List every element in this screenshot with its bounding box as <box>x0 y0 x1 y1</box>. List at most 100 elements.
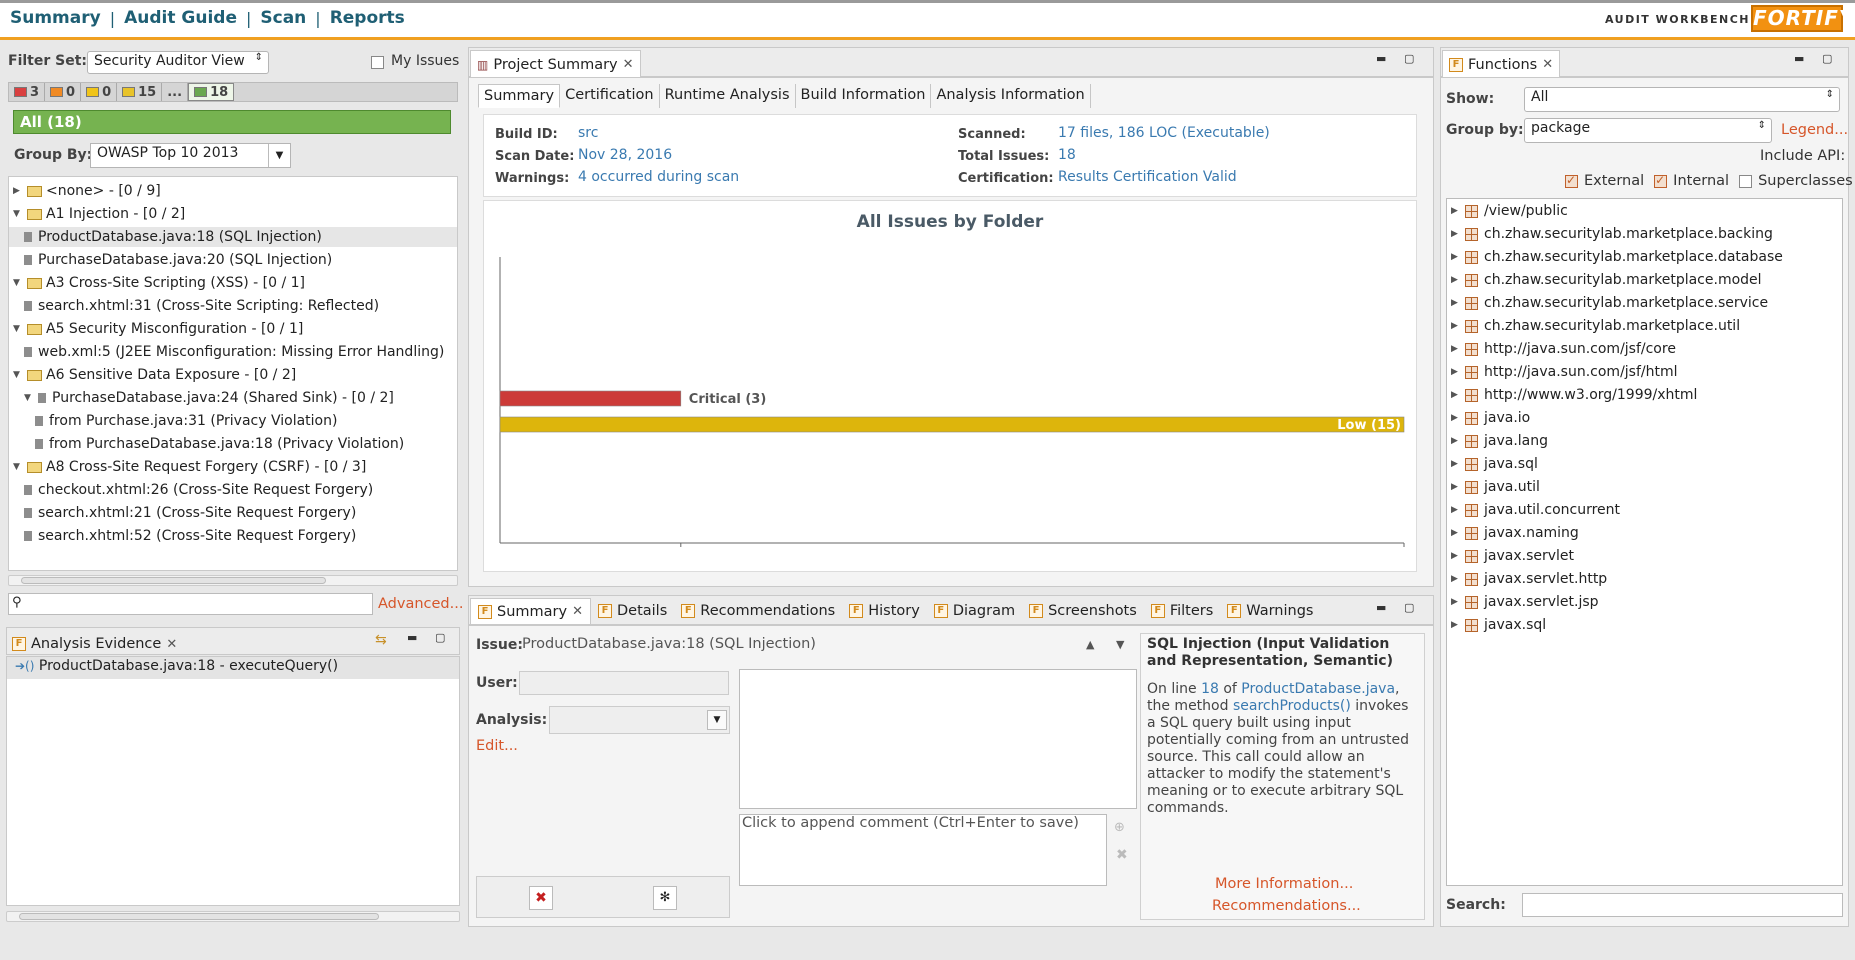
subtab-certification[interactable]: Certification <box>560 84 660 108</box>
maximize-icon[interactable]: ▢ <box>1822 52 1832 65</box>
remove-comment-icon[interactable]: ✖ <box>1116 847 1128 863</box>
tree-item[interactable]: search.xhtml:21 (Cross-Site Request Forg… <box>9 503 457 523</box>
functions-tab[interactable]: F Functions ✕ <box>1442 50 1561 78</box>
severity-count-tab[interactable]: 3 <box>9 83 46 101</box>
minimize-icon[interactable]: ▬ <box>407 631 417 644</box>
minimize-icon[interactable]: ▬ <box>1376 52 1386 65</box>
expand-icon[interactable]: ▶ <box>1451 615 1461 635</box>
maximize-icon[interactable]: ▢ <box>435 631 445 644</box>
certification-link[interactable]: Results Certification Valid <box>1058 169 1237 185</box>
scroll-thumb[interactable] <box>19 913 379 920</box>
show-select[interactable]: All ⇕ <box>1524 87 1840 112</box>
expand-icon[interactable]: ▶ <box>1451 293 1461 313</box>
expand-icon[interactable]: ▶ <box>1451 408 1461 428</box>
add-comment-icon[interactable]: ⊕ <box>1114 820 1125 835</box>
package-node[interactable]: ▶ javax.servlet.http <box>1451 569 1607 589</box>
functions-group-select[interactable]: package ⇕ <box>1524 118 1772 143</box>
method-link[interactable]: searchProducts() <box>1233 698 1351 714</box>
nav-scan[interactable]: Scan <box>260 8 306 28</box>
expand-icon[interactable]: ▶ <box>1451 592 1461 612</box>
evidence-hscrollbar[interactable] <box>6 911 460 922</box>
tree-item[interactable]: search.xhtml:52 (Cross-Site Request Forg… <box>9 526 457 546</box>
total-issues-link[interactable]: 18 <box>1058 147 1076 163</box>
expand-icon[interactable]: ▶ <box>1451 362 1461 382</box>
package-node[interactable]: ▶ http://java.sun.com/jsf/core <box>1451 339 1676 359</box>
collapse-icon[interactable]: ▼ <box>13 365 23 385</box>
file-link[interactable]: ProductDatabase.java <box>1241 681 1395 697</box>
package-node[interactable]: ▶ java.util <box>1451 477 1540 497</box>
functions-search-input[interactable] <box>1522 893 1843 917</box>
tree-item[interactable]: web.xml:5 (J2EE Misconfiguration: Missin… <box>9 342 457 362</box>
next-issue-icon[interactable]: ▼ <box>1116 638 1124 651</box>
tree-item[interactable]: PurchaseDatabase.java:20 (SQL Injection) <box>9 250 457 270</box>
severity-count-tab[interactable]: 0 <box>45 83 82 101</box>
maximize-icon[interactable]: ▢ <box>1404 601 1414 614</box>
expand-icon[interactable]: ▶ <box>1451 431 1461 451</box>
expand-icon[interactable]: ▶ <box>1451 569 1461 589</box>
subtab-runtime-analysis[interactable]: Runtime Analysis <box>660 84 796 108</box>
nav-reports[interactable]: Reports <box>330 8 405 28</box>
line-link[interactable]: 18 <box>1201 681 1219 697</box>
package-node[interactable]: ▶ http://www.w3.org/1999/xhtml <box>1451 385 1697 405</box>
package-node[interactable]: ▶ java.io <box>1451 408 1530 428</box>
package-node[interactable]: ▶ javax.servlet <box>1451 546 1574 566</box>
tree-folder[interactable]: ▼ A5 Security Misconfiguration - [0 / 1] <box>9 319 457 339</box>
package-node[interactable]: ▶ ch.zhaw.securitylab.marketplace.databas… <box>1451 247 1783 267</box>
close-icon[interactable]: ✕ <box>623 57 634 72</box>
tab-diagram[interactable]: F Diagram <box>927 603 1022 619</box>
package-node[interactable]: ▶ ch.zhaw.securitylab.marketplace.service <box>1451 293 1768 313</box>
severity-count-tab[interactable]: ... <box>162 83 189 101</box>
expand-icon[interactable]: ▶ <box>1451 339 1461 359</box>
tree-item[interactable]: ▼ PurchaseDatabase.java:24 (Shared Sink) … <box>9 388 457 408</box>
tab-summary[interactable]: F Summary ✕ <box>470 598 591 624</box>
minimize-icon[interactable]: ▬ <box>1376 601 1386 614</box>
scanned-link[interactable]: 17 files, 186 LOC (Executable) <box>1058 125 1270 141</box>
subtab-analysis-information[interactable]: Analysis Information <box>931 84 1091 108</box>
warnings-link[interactable]: 4 occurred during scan <box>578 169 739 185</box>
comment-input[interactable]: Click to append comment (Ctrl+Enter to s… <box>739 814 1107 886</box>
group-by-select[interactable]: OWASP Top 10 2013 ▼ <box>90 143 291 168</box>
internal-checkbox[interactable] <box>1654 173 1668 188</box>
package-node[interactable]: ▶ javax.servlet.jsp <box>1451 592 1599 612</box>
user-field[interactable] <box>519 671 729 695</box>
package-node[interactable]: ▶ ch.zhaw.securitylab.marketplace.backing <box>1451 224 1773 244</box>
tab-filters[interactable]: F Filters <box>1144 603 1220 619</box>
maximize-icon[interactable]: ▢ <box>1404 52 1414 65</box>
package-node[interactable]: ▶ ch.zhaw.securitylab.marketplace.util <box>1451 316 1740 336</box>
expand-icon[interactable]: ▶ <box>1451 385 1461 405</box>
collapse-icon[interactable]: ▼ <box>13 319 23 339</box>
evidence-item[interactable]: ➔() ProductDatabase.java:18 - executeQue… <box>7 657 459 679</box>
issues-hscrollbar[interactable] <box>8 575 458 586</box>
expand-icon[interactable]: ▶ <box>1451 224 1461 244</box>
sync-icon[interactable]: ⇆ <box>375 632 387 648</box>
advanced-link[interactable]: Advanced... <box>378 596 463 612</box>
tree-folder[interactable]: ▼ A6 Sensitive Data Exposure - [0 / 2] <box>9 365 457 385</box>
project-summary-tab[interactable]: ▥ Project Summary ✕ <box>470 50 641 78</box>
bug-submit-button[interactable]: ✻ <box>653 886 677 910</box>
expand-icon[interactable]: ▶ <box>1451 546 1461 566</box>
tree-folder[interactable]: ▶ <none> - [0 / 9] <box>9 181 457 201</box>
package-node[interactable]: ▶ javax.sql <box>1451 615 1546 635</box>
close-icon[interactable]: ✕ <box>572 604 583 619</box>
expand-icon[interactable]: ▶ <box>1451 316 1461 336</box>
superclasses-checkbox[interactable] <box>1739 174 1753 188</box>
tab-recommendations[interactable]: F Recommendations <box>674 603 842 619</box>
tab-details[interactable]: F Details <box>591 603 674 619</box>
scroll-thumb[interactable] <box>21 577 326 584</box>
package-node[interactable]: ▶ java.lang <box>1451 431 1548 451</box>
tree-folder[interactable]: ▼ A8 Cross-Site Request Forgery (CSRF) - … <box>9 457 457 477</box>
package-node[interactable]: ▶ javax.naming <box>1451 523 1579 543</box>
collapse-icon[interactable]: ▼ <box>13 273 23 293</box>
recommendations-link[interactable]: Recommendations... <box>1212 898 1361 914</box>
evidence-tab[interactable]: F Analysis Evidence ✕ <box>6 630 183 658</box>
collapse-icon[interactable]: ▼ <box>13 457 23 477</box>
package-node[interactable]: ▶ /view/public <box>1451 201 1568 221</box>
subtab-build-information[interactable]: Build Information <box>796 84 932 108</box>
nav-summary[interactable]: Summary <box>10 8 101 28</box>
previous-issue-icon[interactable]: ▲ <box>1086 638 1094 651</box>
severity-count-tab[interactable]: 0 <box>81 83 118 101</box>
minimize-icon[interactable]: ▬ <box>1794 52 1804 65</box>
external-checkbox[interactable] <box>1565 173 1578 188</box>
legend-link[interactable]: Legend... <box>1781 122 1848 138</box>
severity-count-tab[interactable]: 18 <box>188 83 235 101</box>
